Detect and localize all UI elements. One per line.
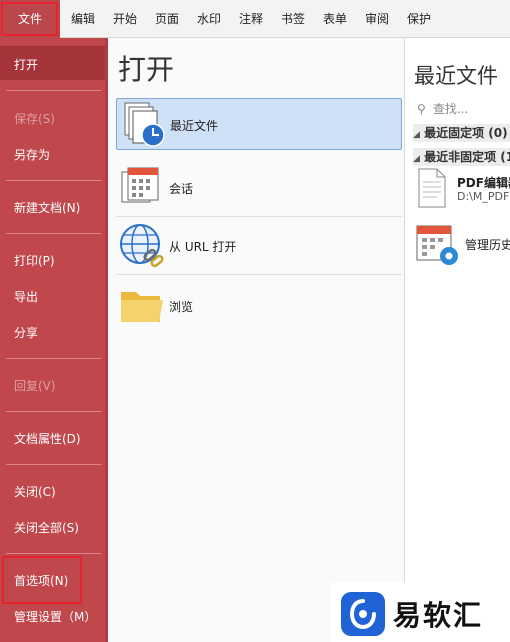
watermark-text: 易软汇 xyxy=(393,599,484,632)
option-browse[interactable]: 浏览 xyxy=(116,280,402,332)
backstage-sidebar: 打开 保存(S) 另存为 新建文档(N) 打印(P) 导出 分享 回复(V) 文… xyxy=(0,38,108,642)
recent-file-name[interactable]: PDF编辑器 xyxy=(457,174,510,191)
option-open-from-url[interactable]: 从 URL 打开 xyxy=(116,220,402,272)
menu-tab-form[interactable]: 表单 xyxy=(323,0,347,38)
sidebar-item-save: 保存(S) xyxy=(14,112,55,126)
watermark: 易软汇 xyxy=(331,582,510,642)
menu-tab-page[interactable]: 页面 xyxy=(155,0,179,38)
open-options-panel: 打开 最近文件 会话 从 URL 打开 浏览 xyxy=(108,38,405,642)
sidebar-item-open[interactable]: 打开 xyxy=(14,56,38,73)
sidebar-item-export[interactable]: 导出 xyxy=(14,288,38,305)
sidebar-item-share[interactable]: 分享 xyxy=(14,324,38,341)
option-browse-label: 浏览 xyxy=(169,300,194,314)
search-icon: ⚲ xyxy=(417,102,426,116)
pdf-document-icon xyxy=(418,168,446,208)
sidebar-divider xyxy=(6,411,101,412)
recent-file-path: D:\M_PDF xyxy=(457,190,510,203)
sidebar-item-document-properties[interactable]: 文档属性(D) xyxy=(14,430,81,447)
option-session[interactable]: 会话 xyxy=(116,162,402,214)
collapse-triangle-icon: ◢ xyxy=(413,130,420,140)
manage-history-label[interactable]: 管理历史 xyxy=(465,236,510,253)
sidebar-item-close[interactable]: 关闭(C) xyxy=(14,483,56,500)
sidebar-item-new-document[interactable]: 新建文档(N) xyxy=(14,199,80,216)
sidebar-divider xyxy=(6,358,101,359)
sidebar-item-preferences[interactable]: 首选项(N) xyxy=(14,572,68,589)
unpinned-group-label: 最近非固定项 (1) xyxy=(424,150,510,164)
pinned-group-header[interactable]: ◢ 最近固定项 (0) xyxy=(413,124,510,142)
menu-tab-bookmark[interactable]: 书签 xyxy=(281,0,305,38)
pinned-group-label: 最近固定项 (0) xyxy=(424,126,508,140)
menu-tab-protect[interactable]: 保护 xyxy=(407,0,431,38)
menu-tab-home[interactable]: 开始 xyxy=(113,0,137,38)
watermark-logo-icon xyxy=(349,599,376,630)
sidebar-item-close-all[interactable]: 关闭全部(S) xyxy=(14,519,79,536)
watermark-logo xyxy=(341,592,385,636)
option-session-label: 会话 xyxy=(169,182,194,196)
sidebar-divider xyxy=(6,553,101,554)
sidebar-divider xyxy=(6,233,101,234)
option-divider xyxy=(116,274,402,275)
folder-icon xyxy=(121,292,163,322)
sidebar-item-manage-settings[interactable]: 管理设置（M） xyxy=(14,608,96,625)
sidebar-item-revert: 回复(V) xyxy=(14,379,56,393)
sidebar-item-print[interactable]: 打印(P) xyxy=(14,252,55,269)
option-recent-files-label: 最近文件 xyxy=(170,119,219,133)
menu-bar: 文件 编辑 开始 页面 水印 注释 书签 表单 审阅 保护 xyxy=(0,0,510,38)
globe-link-icon xyxy=(120,224,164,268)
menu-tab-comment[interactable]: 注释 xyxy=(239,0,263,38)
manage-history-icon xyxy=(416,225,458,265)
menu-tab-watermark[interactable]: 水印 xyxy=(197,0,221,38)
recent-files-panel: 最近文件 ⚲ 查找... ◢ 最近固定项 (0) ◢ 最近非固定项 (1) PD… xyxy=(405,38,510,642)
recent-files-title: 最近文件 xyxy=(414,64,498,88)
menu-tab-edit[interactable]: 编辑 xyxy=(71,0,95,38)
sidebar-divider xyxy=(6,90,101,91)
option-divider xyxy=(116,216,402,217)
menu-tab-review[interactable]: 审阅 xyxy=(365,0,389,38)
unpinned-group-header[interactable]: ◢ 最近非固定项 (1) xyxy=(413,148,510,166)
option-recent-files[interactable]: 最近文件 xyxy=(116,98,402,150)
search-placeholder: 查找... xyxy=(432,102,469,116)
recent-files-icon xyxy=(124,102,165,147)
search-input[interactable]: ⚲ 查找... xyxy=(417,100,510,118)
page-title: 打开 xyxy=(118,53,175,86)
option-open-from-url-label: 从 URL 打开 xyxy=(169,240,237,254)
sidebar-divider xyxy=(6,180,101,181)
session-calendar-icon xyxy=(121,167,159,203)
menu-tab-file[interactable]: 文件 xyxy=(0,0,60,38)
collapse-triangle-icon: ◢ xyxy=(413,154,420,164)
sidebar-divider xyxy=(6,464,101,465)
sidebar-item-save-as[interactable]: 另存为 xyxy=(14,146,50,163)
